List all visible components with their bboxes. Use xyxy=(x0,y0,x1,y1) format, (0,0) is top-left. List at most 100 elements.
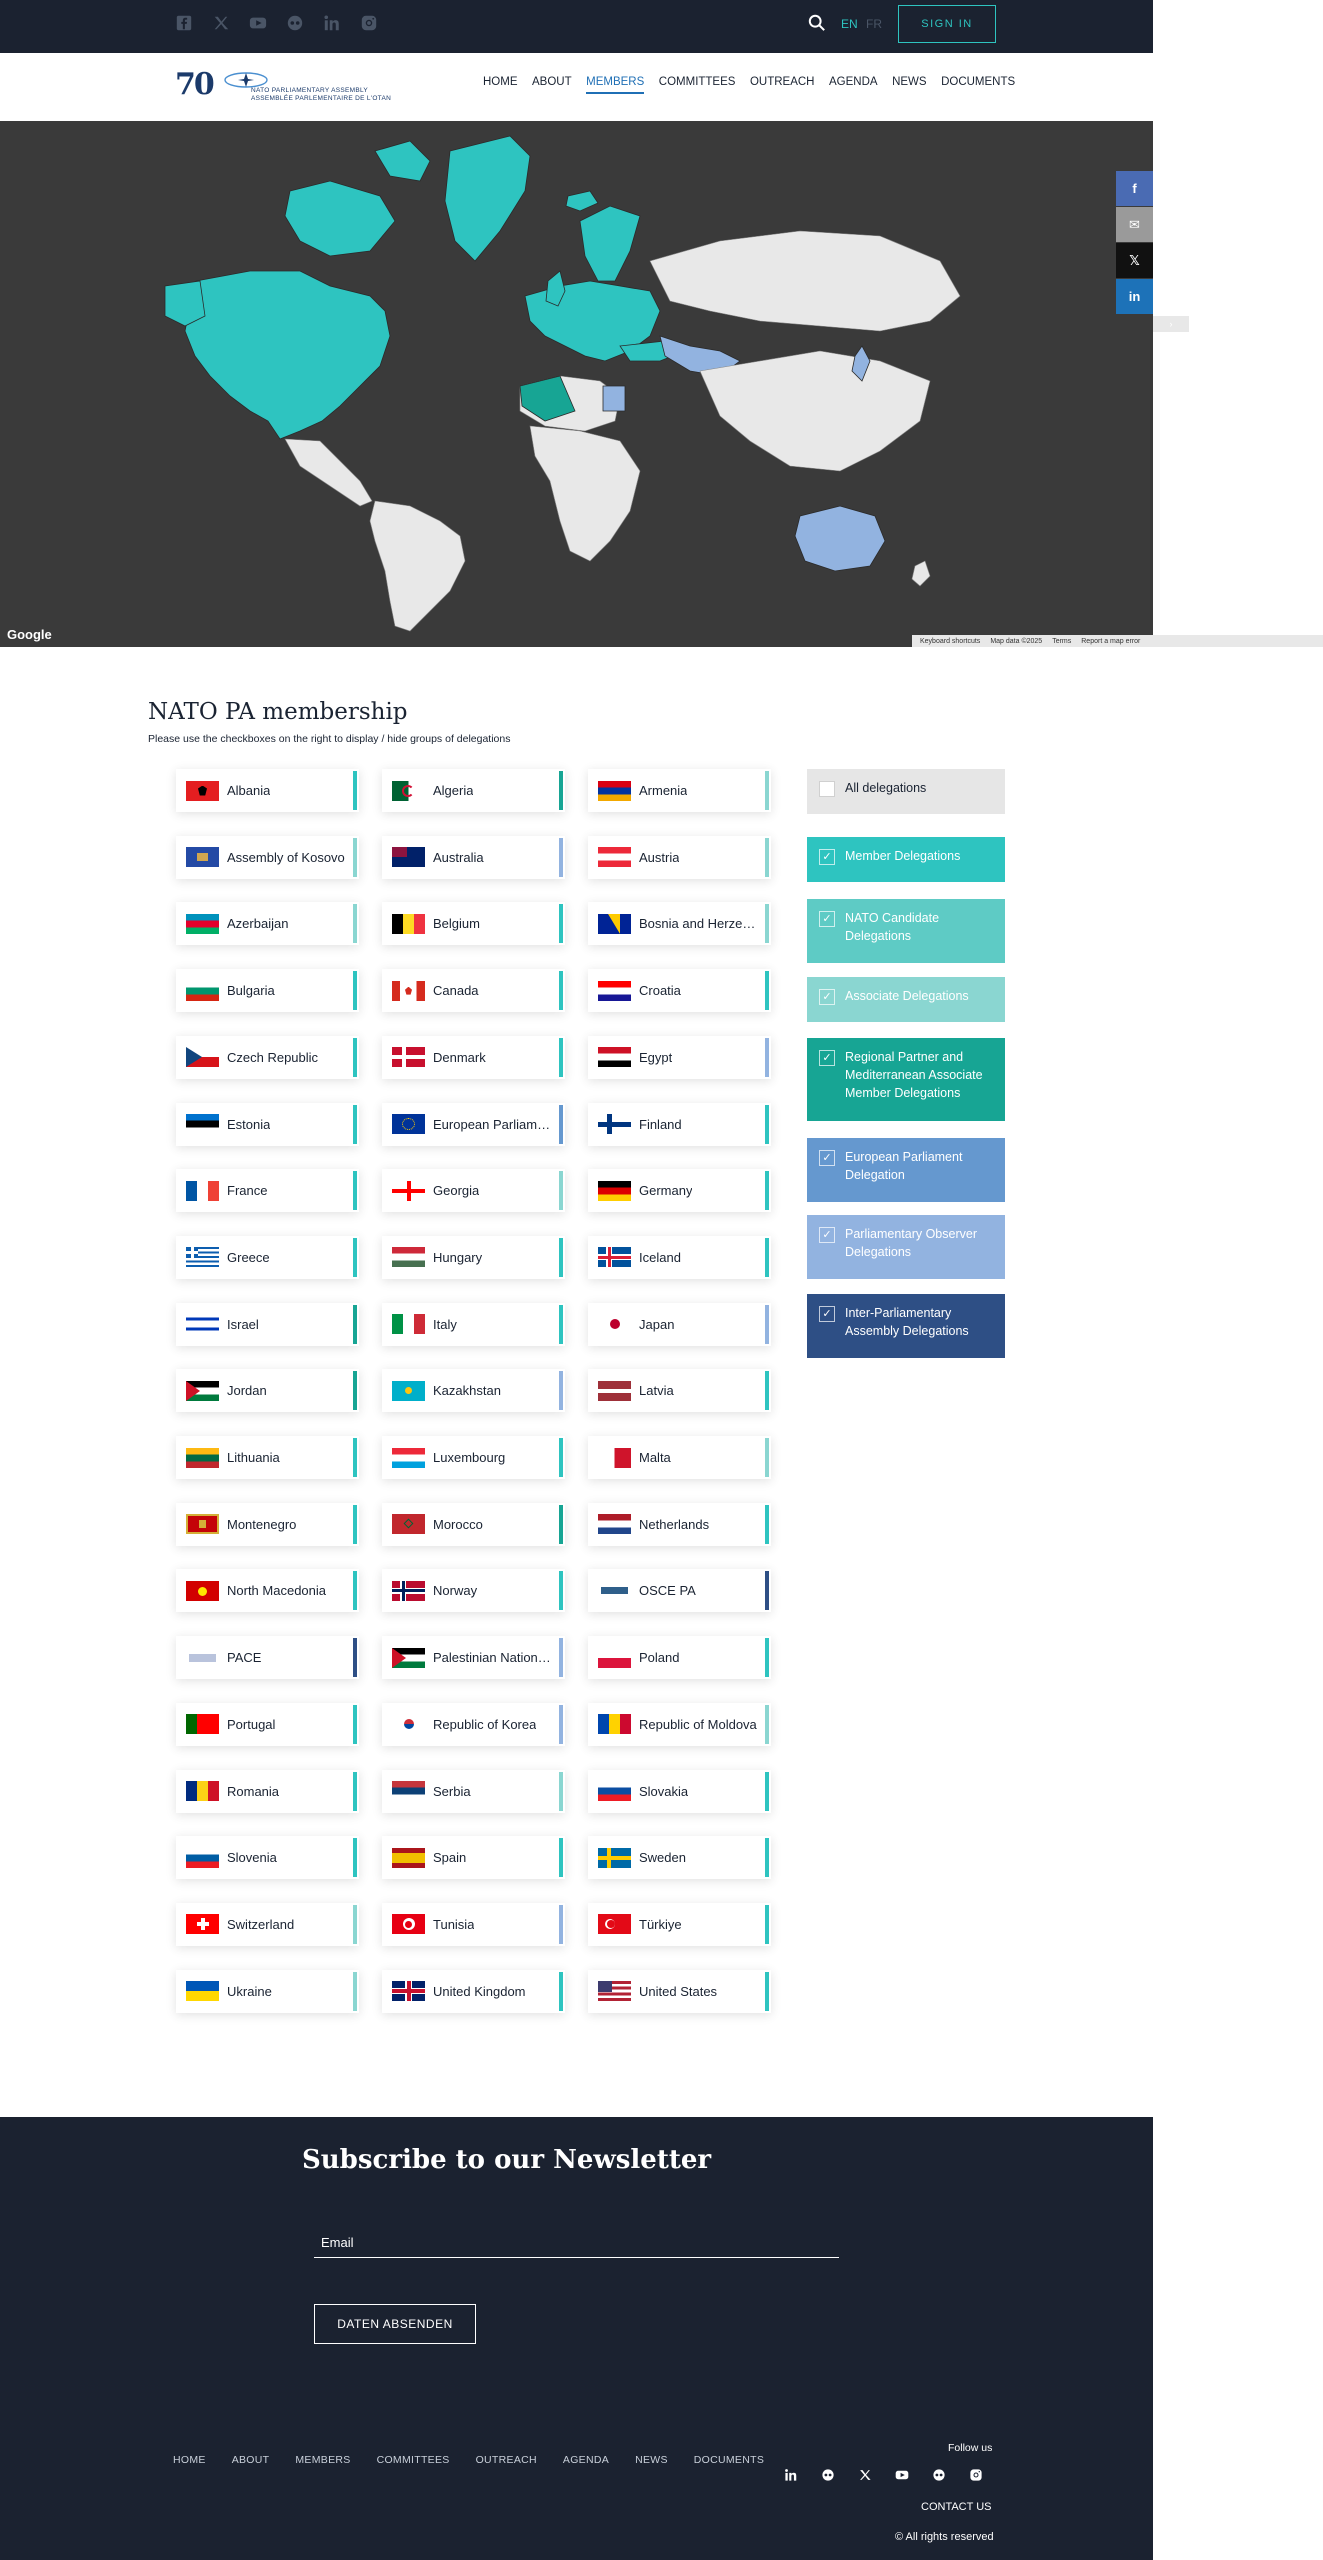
delegation-card[interactable]: Romania xyxy=(176,1769,359,1813)
delegation-card[interactable]: Poland xyxy=(588,1636,771,1680)
share-email-icon[interactable]: ✉ xyxy=(1116,207,1153,242)
share-toggle-chevron-icon[interactable]: › xyxy=(1153,316,1189,332)
checkbox-checked-icon[interactable]: ✓ xyxy=(819,989,835,1005)
checkbox-checked-icon[interactable]: ✓ xyxy=(819,849,835,865)
filter-member[interactable]: ✓ Member Delegations xyxy=(807,837,1005,882)
delegation-card[interactable]: Armenia xyxy=(588,769,771,812)
delegation-card[interactable]: Slovakia xyxy=(588,1769,771,1813)
delegation-card[interactable]: European Parliament xyxy=(382,1102,565,1146)
footer-nav-home[interactable]: HOME xyxy=(173,2454,206,2466)
checkbox-checked-icon[interactable]: ✓ xyxy=(819,1050,835,1066)
delegation-card[interactable]: Australia xyxy=(382,835,565,879)
delegation-card[interactable]: Slovenia xyxy=(176,1836,359,1880)
lang-en[interactable]: EN xyxy=(841,17,858,31)
delegation-card[interactable]: Finland xyxy=(588,1102,771,1146)
filter-regional[interactable]: ✓ Regional Partner and Mediterranean Asso… xyxy=(807,1038,1005,1121)
x-icon[interactable] xyxy=(212,14,230,32)
delegation-card[interactable]: Italy xyxy=(382,1302,565,1346)
delegation-card[interactable]: Latvia xyxy=(588,1369,771,1413)
delegation-card[interactable]: Norway xyxy=(382,1569,565,1613)
instagram-icon[interactable] xyxy=(969,2468,984,2483)
delegation-card[interactable]: Germany xyxy=(588,1169,771,1213)
delegation-card[interactable]: Tunisia xyxy=(382,1902,565,1946)
footer-nav-news[interactable]: NEWS xyxy=(635,2454,668,2466)
nav-committees[interactable]: COMMITTEES xyxy=(659,76,736,94)
delegation-card[interactable]: Türkiye xyxy=(588,1902,771,1946)
map-footer-item[interactable]: Keyboard shortcuts xyxy=(920,638,980,645)
delegation-card[interactable]: Egypt xyxy=(588,1035,771,1079)
youtube-icon[interactable] xyxy=(249,14,267,32)
filter-all[interactable]: All delegations xyxy=(807,769,1005,814)
delegation-card[interactable]: Austria xyxy=(588,835,771,879)
sign-in-button[interactable]: SIGN IN xyxy=(898,5,996,43)
newsletter-email-input[interactable] xyxy=(314,2228,839,2258)
delegation-card[interactable]: Serbia xyxy=(382,1769,565,1813)
delegation-card[interactable]: Netherlands xyxy=(588,1502,771,1546)
map-footer-item[interactable]: Terms xyxy=(1052,638,1071,645)
delegation-card[interactable]: Estonia xyxy=(176,1102,359,1146)
delegation-card[interactable]: Georgia xyxy=(382,1169,565,1213)
delegation-card[interactable]: Hungary xyxy=(382,1235,565,1279)
delegation-card[interactable]: Portugal xyxy=(176,1702,359,1746)
delegation-card[interactable]: OSCE PA xyxy=(588,1569,771,1613)
checkbox-empty-icon[interactable] xyxy=(819,781,835,797)
nav-outreach[interactable]: OUTREACH xyxy=(750,76,815,94)
lang-fr[interactable]: FR xyxy=(866,17,882,31)
delegation-card[interactable]: North Macedonia xyxy=(176,1569,359,1613)
checkbox-checked-icon[interactable]: ✓ xyxy=(819,911,835,927)
nav-agenda[interactable]: AGENDA xyxy=(829,76,878,94)
delegation-card[interactable]: Albania xyxy=(176,769,359,812)
newsletter-submit-button[interactable]: DATEN ABSENDEN xyxy=(314,2304,476,2344)
youtube-icon[interactable] xyxy=(895,2468,910,2483)
delegation-card[interactable]: Morocco xyxy=(382,1502,565,1546)
share-x-icon[interactable]: 𝕏 xyxy=(1116,243,1153,278)
footer-nav-outreach[interactable]: OUTREACH xyxy=(476,2454,537,2466)
nav-home[interactable]: HOME xyxy=(483,76,518,94)
flickr-icon[interactable] xyxy=(821,2468,836,2483)
delegation-card[interactable]: Palestinian National Council xyxy=(382,1636,565,1680)
share-linkedin-icon[interactable]: in xyxy=(1116,279,1153,314)
delegation-card[interactable]: Greece xyxy=(176,1235,359,1279)
x-icon[interactable] xyxy=(858,2468,873,2483)
delegation-card[interactable]: Montenegro xyxy=(176,1502,359,1546)
checkbox-checked-icon[interactable]: ✓ xyxy=(819,1227,835,1243)
flickr-dots-icon[interactable] xyxy=(932,2468,947,2483)
delegation-card[interactable]: Luxembourg xyxy=(382,1436,565,1479)
delegation-card[interactable]: Jordan xyxy=(176,1369,359,1413)
facebook-icon[interactable] xyxy=(175,14,193,32)
filter-associate[interactable]: ✓ Associate Delegations xyxy=(807,977,1005,1022)
search-icon[interactable] xyxy=(808,14,828,34)
delegation-card[interactable]: Switzerland xyxy=(176,1902,359,1946)
filter-candidate[interactable]: ✓ NATO Candidate Delegations xyxy=(807,899,1005,963)
delegation-card[interactable]: PACE xyxy=(176,1636,359,1680)
delegation-card[interactable]: Bulgaria xyxy=(176,969,359,1013)
delegation-card[interactable]: France xyxy=(176,1169,359,1213)
delegation-card[interactable]: United States xyxy=(588,1969,771,2013)
delegation-card[interactable]: Czech Republic xyxy=(176,1035,359,1079)
instagram-icon[interactable] xyxy=(360,14,378,32)
delegation-card[interactable]: Israel xyxy=(176,1302,359,1346)
delegation-card[interactable]: Lithuania xyxy=(176,1436,359,1479)
delegation-card[interactable]: Ukraine xyxy=(176,1969,359,2013)
world-map[interactable]: Google xyxy=(0,121,1153,647)
delegation-card[interactable]: Malta xyxy=(588,1436,771,1479)
footer-nav-about[interactable]: ABOUT xyxy=(232,2454,270,2466)
nav-about[interactable]: ABOUT xyxy=(532,76,572,94)
checkbox-checked-icon[interactable]: ✓ xyxy=(819,1150,835,1166)
delegation-card[interactable]: Republic of Moldova xyxy=(588,1702,771,1746)
footer-nav-members[interactable]: MEMBERS xyxy=(295,2454,350,2466)
footer-nav-documents[interactable]: DOCUMENTS xyxy=(694,2454,764,2466)
delegation-card[interactable]: Sweden xyxy=(588,1836,771,1880)
nav-members[interactable]: MEMBERS xyxy=(586,76,645,94)
delegation-card[interactable]: Assembly of Kosovo xyxy=(176,835,359,879)
filter-observer[interactable]: ✓ Parliamentary Observer Delegations xyxy=(807,1215,1005,1279)
delegation-card[interactable]: Kazakhstan xyxy=(382,1369,565,1413)
nav-documents[interactable]: DOCUMENTS xyxy=(941,76,1015,94)
delegation-card[interactable]: Japan xyxy=(588,1302,771,1346)
filter-ep[interactable]: ✓ European Parliament Delegation xyxy=(807,1138,1005,1202)
footer-nav-committees[interactable]: COMMITTEES xyxy=(377,2454,450,2466)
delegation-card[interactable]: Belgium xyxy=(382,902,565,946)
footer-nav-agenda[interactable]: AGENDA xyxy=(563,2454,609,2466)
delegation-card[interactable]: Bosnia and Herzegovina xyxy=(588,902,771,946)
linkedin-icon[interactable] xyxy=(323,14,341,32)
